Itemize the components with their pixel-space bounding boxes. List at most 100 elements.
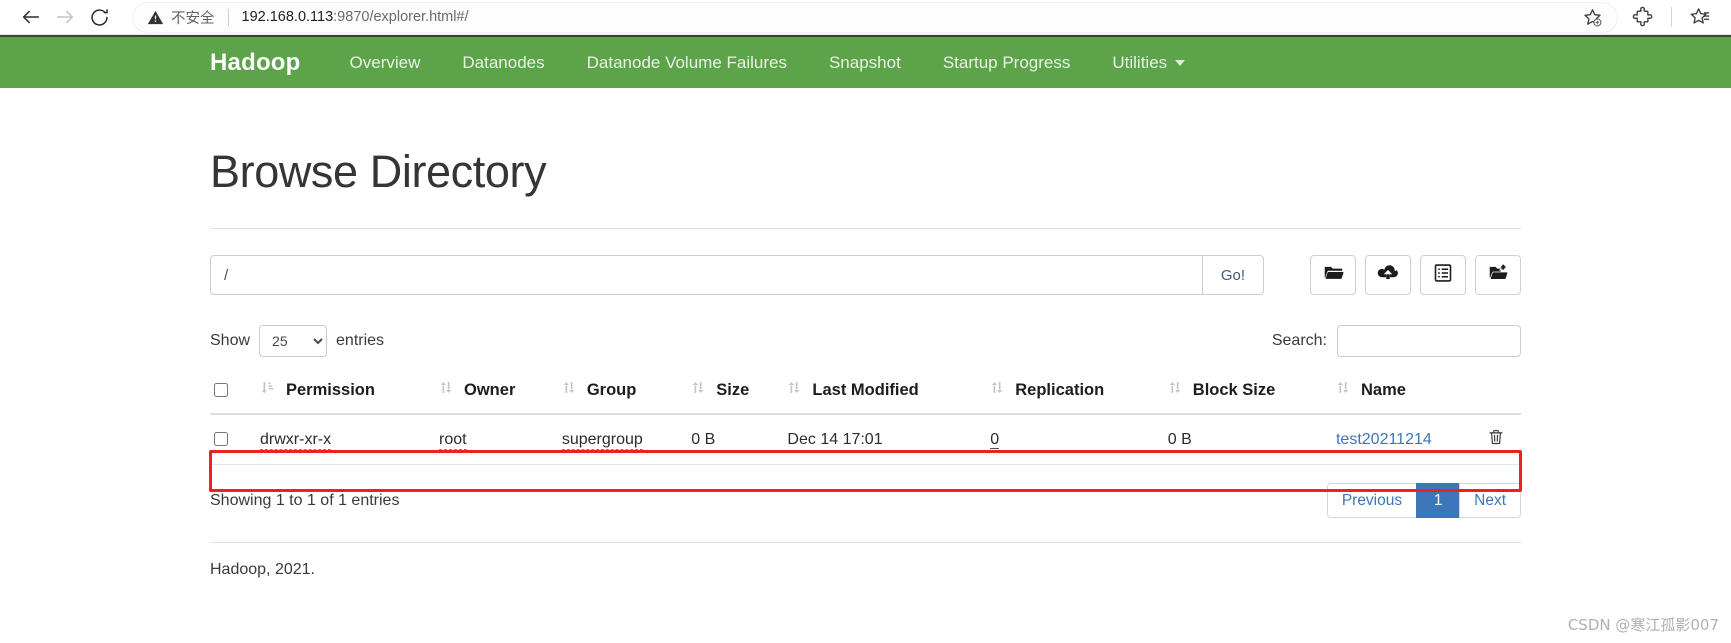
nav-link-startup-progress[interactable]: Startup Progress (922, 53, 1092, 73)
cell-permission[interactable]: drwxr-xr-x (256, 414, 435, 465)
nav-link-utilities[interactable]: Utilities (1091, 53, 1206, 73)
folder-open-icon (1323, 262, 1344, 288)
toolbar-divider (1671, 7, 1672, 27)
th-block-size[interactable]: Block Size (1164, 371, 1332, 414)
th-replication[interactable]: Replication (986, 371, 1164, 414)
entries-label: entries (336, 332, 384, 350)
nav-link-overview[interactable]: Overview (329, 53, 442, 73)
title-divider (210, 228, 1521, 229)
datatable-filter: Search: (1272, 325, 1521, 357)
sort-amount-icon (260, 380, 275, 400)
go-button[interactable]: Go! (1202, 255, 1264, 295)
path-input-group: Go! (210, 255, 1264, 295)
datatable-controls: Show 25 50 100 entries Search: (210, 325, 1521, 357)
th-group-label: Group (587, 381, 637, 400)
cell-last-modified: Dec 14 17:01 (783, 414, 986, 465)
pagination-page-1[interactable]: 1 (1416, 483, 1460, 518)
search-input[interactable] (1337, 325, 1521, 357)
replication-value[interactable]: 0 (990, 431, 999, 449)
cell-replication[interactable]: 0 (986, 414, 1164, 465)
sort-icon (1336, 380, 1350, 400)
cell-group[interactable]: supergroup (558, 414, 687, 465)
sort-icon (691, 380, 705, 400)
extensions-puzzle-icon[interactable] (1626, 0, 1660, 34)
search-label: Search: (1272, 332, 1327, 350)
browser-actions (1626, 0, 1717, 34)
page-length-select[interactable]: 25 50 100 (259, 325, 327, 357)
sort-icon (562, 380, 576, 400)
address-bar[interactable]: 不安全 192.168.0.113:9870/explorer.html#/ (132, 2, 1618, 33)
forward-button[interactable] (48, 0, 82, 34)
show-label: Show (210, 332, 250, 350)
row-select-cell[interactable] (210, 414, 256, 465)
cell-size: 0 B (687, 414, 783, 465)
hadoop-navbar: Hadoop Overview Datanodes Datanode Volum… (0, 35, 1731, 88)
create-directory-button[interactable] (1310, 255, 1356, 295)
select-all-checkbox[interactable] (214, 383, 228, 397)
omnibox-divider (228, 9, 229, 26)
th-replication-label: Replication (1015, 381, 1104, 400)
cell-owner[interactable]: root (435, 414, 558, 465)
th-last-modified[interactable]: Last Modified (783, 371, 986, 414)
url-text: 192.168.0.113:9870/explorer.html#/ (242, 9, 469, 25)
bookmark-button[interactable] (1572, 7, 1603, 28)
list-snapshots-button[interactable] (1420, 255, 1466, 295)
th-name[interactable]: Name (1332, 371, 1483, 414)
cell-actions[interactable] (1483, 414, 1521, 465)
footer-text: Hadoop, 2021. (210, 543, 1521, 579)
nav-link-utilities-label: Utilities (1112, 53, 1167, 72)
th-permission[interactable]: Permission (256, 371, 435, 414)
back-button[interactable] (14, 0, 48, 34)
security-status-text: 不安全 (171, 7, 215, 28)
permission-value[interactable]: drwxr-xr-x (260, 431, 331, 450)
nav-link-datanode-volume-failures[interactable]: Datanode Volume Failures (566, 53, 808, 73)
cut-paste-button[interactable] (1475, 255, 1521, 295)
hadoop-brand[interactable]: Hadoop (210, 49, 301, 77)
owner-value[interactable]: root (439, 431, 467, 450)
table-row[interactable]: drwxr-xr-x root supergroup 0 B Dec 14 17… (210, 414, 1521, 465)
sort-icon (990, 380, 1004, 400)
cell-name[interactable]: test20211214 (1332, 414, 1483, 465)
folder-cut-icon (1488, 262, 1509, 288)
th-owner-label: Owner (464, 381, 515, 400)
nav-link-snapshot[interactable]: Snapshot (808, 53, 922, 73)
pagination-next[interactable]: Next (1459, 483, 1521, 518)
datatable-bottom: Showing 1 to 1 of 1 entries Previous 1 N… (210, 483, 1521, 518)
group-value[interactable]: supergroup (562, 431, 643, 450)
th-name-label: Name (1361, 381, 1406, 400)
directory-actions (1310, 255, 1521, 295)
sort-icon (439, 380, 453, 400)
th-group[interactable]: Group (558, 371, 687, 414)
url-host: 192.168.0.113 (242, 9, 334, 25)
pagination: Previous 1 Next (1327, 483, 1521, 518)
warning-triangle-icon[interactable] (147, 9, 164, 26)
upload-files-button[interactable] (1365, 255, 1411, 295)
page-title: Browse Directory (210, 146, 1521, 198)
row-checkbox[interactable] (214, 432, 228, 446)
th-permission-label: Permission (286, 381, 375, 400)
th-last-modified-label: Last Modified (812, 381, 918, 400)
pagination-previous[interactable]: Previous (1327, 483, 1417, 518)
browser-toolbar: 不安全 192.168.0.113:9870/explorer.html#/ (0, 0, 1731, 35)
collections-star-icon[interactable] (1683, 0, 1717, 34)
file-name-link[interactable]: test20211214 (1336, 431, 1432, 448)
chevron-down-icon (1175, 60, 1185, 66)
cell-block-size: 0 B (1164, 414, 1332, 465)
clipboard-list-icon (1433, 263, 1453, 288)
files-table-head: Permission Owner (210, 371, 1521, 414)
th-size-label: Size (716, 381, 749, 400)
nav-link-datanodes[interactable]: Datanodes (441, 53, 565, 73)
reload-button[interactable] (82, 0, 116, 34)
files-table: Permission Owner (210, 371, 1521, 465)
th-actions (1483, 371, 1521, 414)
main-content: Browse Directory Go! (0, 146, 1731, 579)
path-input[interactable] (210, 255, 1202, 295)
th-select-all[interactable] (210, 371, 256, 414)
files-table-body: drwxr-xr-x root supergroup 0 B Dec 14 17… (210, 414, 1521, 465)
url-path: :9870/explorer.html#/ (333, 9, 468, 25)
th-owner[interactable]: Owner (435, 371, 558, 414)
th-size[interactable]: Size (687, 371, 783, 414)
table-header-row: Permission Owner (210, 371, 1521, 414)
sort-icon (1168, 380, 1182, 400)
trash-icon[interactable] (1487, 433, 1505, 450)
